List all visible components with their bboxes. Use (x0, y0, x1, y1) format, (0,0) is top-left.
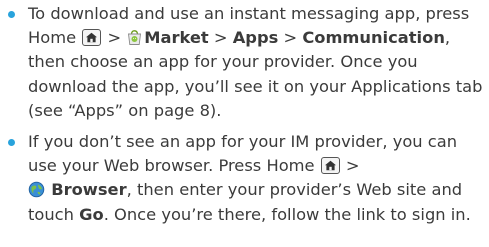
separator-text: > (340, 156, 360, 176)
item-text: If you don’t see an app for your IM prov… (28, 132, 458, 176)
home-key-icon (320, 157, 340, 175)
document-page: To download and use an instant messaging… (0, 0, 489, 247)
market-bag-icon (128, 30, 142, 46)
list-item-use-web-browser: If you don’t see an app for your IM prov… (8, 130, 483, 227)
go-label: Go (79, 204, 104, 224)
separator-text: > (102, 28, 127, 48)
list-item-download-im-app: To download and use an instant messaging… (8, 2, 483, 123)
browser-label: Browser (51, 180, 127, 200)
apps-label: Apps (232, 28, 279, 48)
market-label: Market (144, 28, 209, 48)
item-text: . Once you’re there, follow the link to … (103, 204, 471, 224)
communication-label: Communication (302, 28, 445, 48)
separator-text: > (208, 28, 233, 48)
bullet-icon (8, 11, 15, 18)
separator-text: > (278, 28, 303, 48)
bullet-icon (8, 139, 15, 147)
browser-globe-icon (28, 182, 45, 198)
home-key-icon (82, 29, 102, 47)
instructions-list: To download and use an instant messaging… (8, 2, 483, 227)
